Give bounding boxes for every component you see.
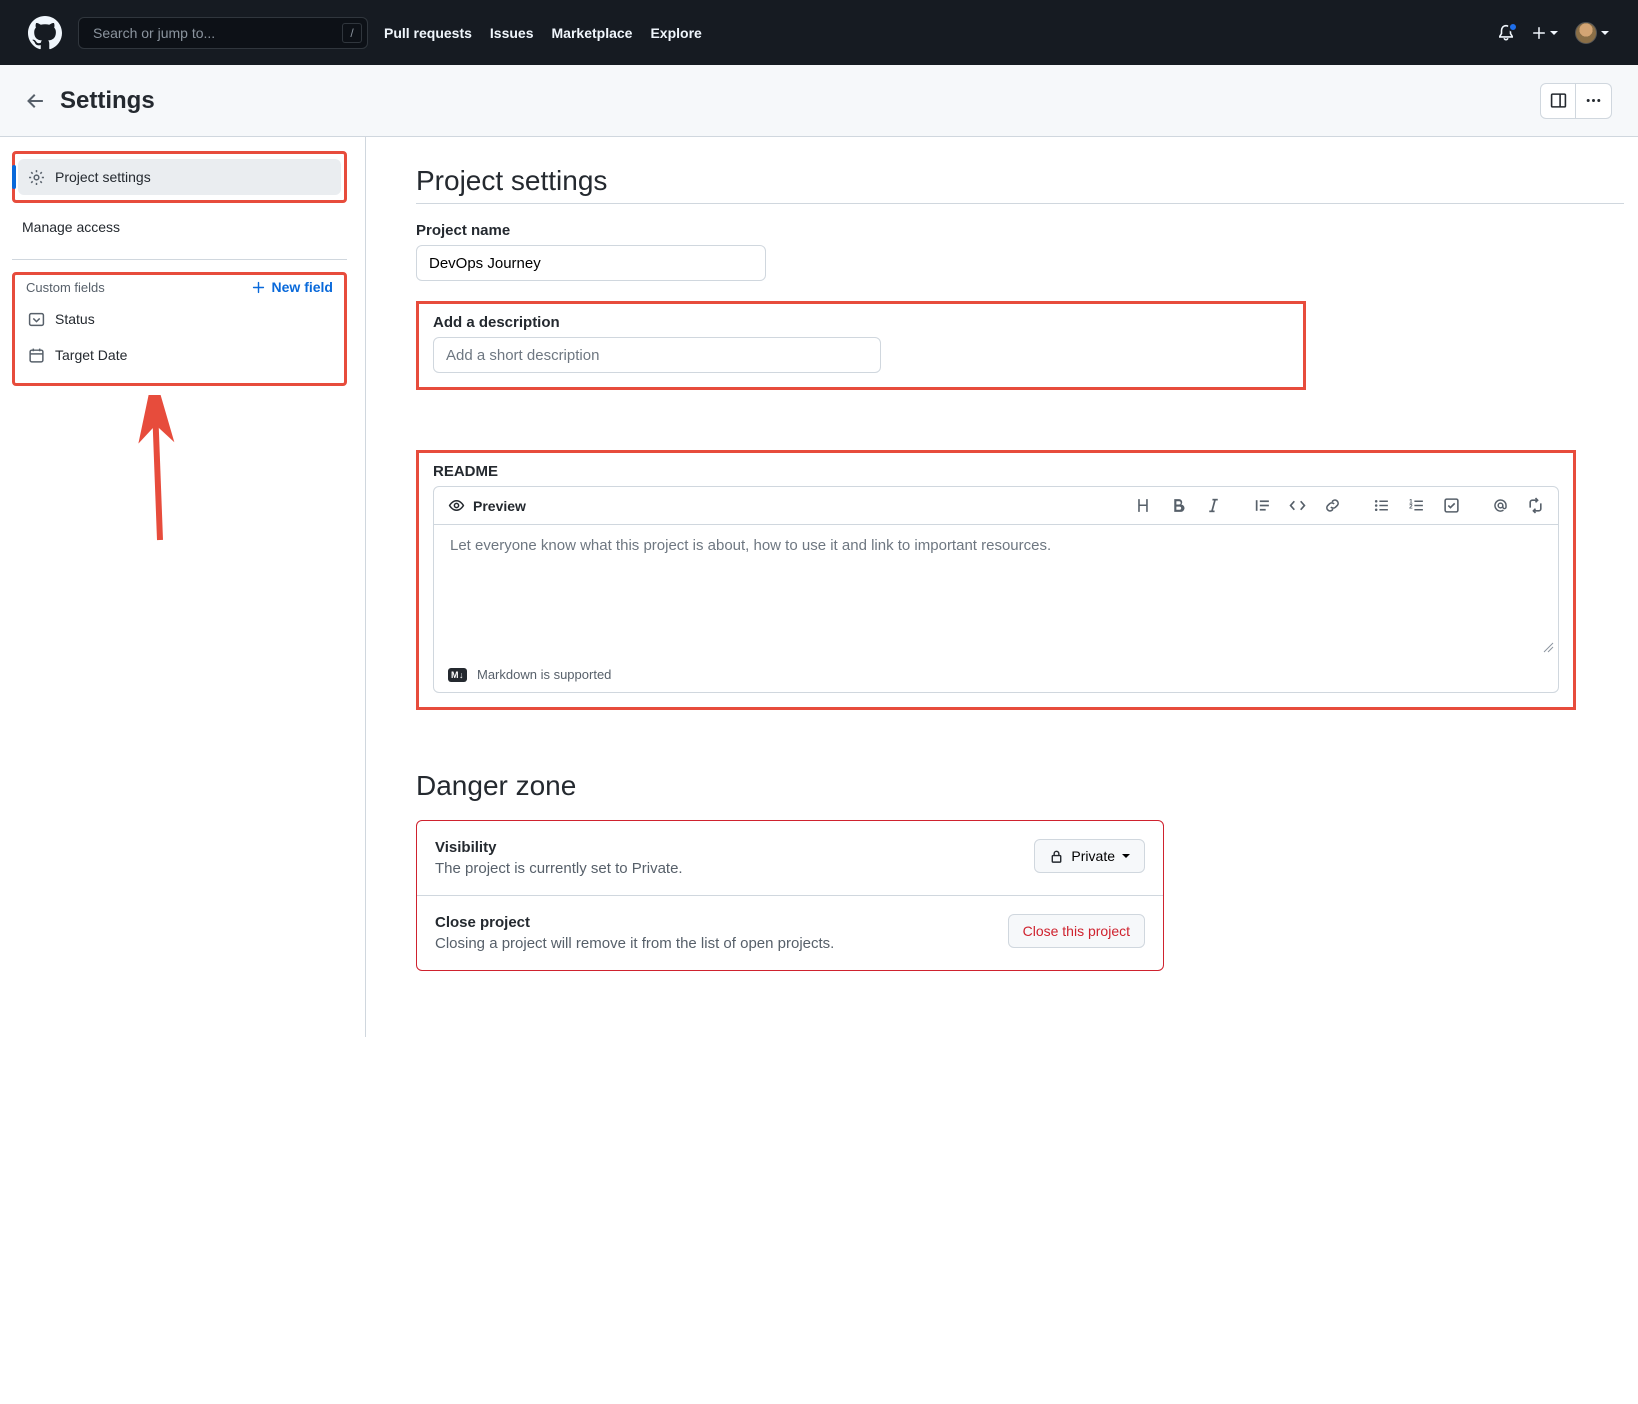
sidebar-item-manage-access[interactable]: Manage access: [12, 209, 347, 245]
close-project-row: Close project Closing a project will rem…: [417, 895, 1163, 970]
cross-reference-icon[interactable]: [1527, 497, 1544, 514]
format-group-1: [1135, 497, 1222, 514]
new-field-button[interactable]: New field: [251, 279, 333, 295]
calendar-icon: [28, 347, 45, 364]
lock-icon: [1049, 849, 1064, 864]
format-group-3: 12: [1373, 497, 1460, 514]
field-label: Target Date: [55, 347, 127, 363]
italic-icon[interactable]: [1205, 497, 1222, 514]
nav-explore[interactable]: Explore: [650, 25, 701, 41]
annotation-highlight-box: Add a description: [416, 301, 1306, 390]
format-group-4: [1492, 497, 1544, 514]
markdown-footer: M↓ Markdown is supported: [434, 657, 1558, 692]
caret-down-icon: [1122, 854, 1130, 858]
annotation-highlight-box: Project settings: [12, 151, 347, 203]
quote-icon[interactable]: [1254, 497, 1271, 514]
search-input[interactable]: [78, 17, 368, 49]
code-icon[interactable]: [1289, 497, 1306, 514]
sidebar-field-target-date[interactable]: Target Date: [18, 337, 341, 373]
sidebar-label: Project settings: [55, 169, 151, 185]
resize-handle[interactable]: [1542, 641, 1554, 653]
readme-editor: Preview 12: [433, 486, 1559, 693]
kebab-menu-button[interactable]: [1576, 83, 1612, 119]
readme-label: README: [433, 463, 1559, 480]
dropdown-icon: [28, 311, 45, 328]
page-title: Settings: [60, 87, 155, 115]
page-subheader: Settings: [0, 65, 1638, 137]
visibility-desc: The project is currently set to Private.: [435, 860, 683, 877]
custom-fields-label: Custom fields: [26, 280, 105, 295]
notifications-button[interactable]: [1497, 24, 1515, 42]
close-project-button[interactable]: Close this project: [1008, 914, 1145, 948]
sidebar: Project settings Manage access Custom fi…: [0, 137, 366, 1037]
visibility-row: Visibility The project is currently set …: [417, 821, 1163, 895]
search-wrap: /: [78, 17, 368, 49]
eye-icon: [448, 497, 465, 514]
nav-links: Pull requests Issues Marketplace Explore: [384, 25, 702, 41]
bold-icon[interactable]: [1170, 497, 1187, 514]
markdown-badge-icon: M↓: [448, 668, 467, 682]
visibility-title: Visibility: [435, 839, 683, 856]
mention-icon[interactable]: [1492, 497, 1509, 514]
subheader-actions: [1540, 83, 1612, 119]
nav-pull-requests[interactable]: Pull requests: [384, 25, 472, 41]
sidebar-label: Manage access: [22, 219, 120, 235]
nav-right: [1497, 22, 1610, 44]
top-navigation: / Pull requests Issues Marketplace Explo…: [0, 0, 1638, 65]
heading-icon[interactable]: [1135, 497, 1152, 514]
project-name-input[interactable]: [416, 245, 766, 281]
divider: [12, 259, 347, 260]
notification-dot: [1508, 22, 1518, 32]
danger-zone: Danger zone Visibility The project is cu…: [416, 770, 1164, 971]
content: Project settings Project name Add a desc…: [366, 137, 1638, 1037]
link-icon[interactable]: [1324, 497, 1341, 514]
markdown-supported-text: Markdown is supported: [477, 667, 611, 682]
avatar: [1575, 22, 1597, 44]
description-label: Add a description: [433, 314, 1289, 331]
svg-text:2: 2: [1409, 504, 1413, 511]
readme-textarea[interactable]: [434, 524, 1558, 654]
format-group-2: [1254, 497, 1341, 514]
sidebar-item-project-settings[interactable]: Project settings: [18, 159, 341, 195]
sidebar-field-status[interactable]: Status: [18, 301, 341, 337]
close-project-desc: Closing a project will remove it from th…: [435, 935, 834, 952]
description-input[interactable]: [433, 337, 881, 373]
project-name-label: Project name: [416, 222, 1624, 239]
visibility-dropdown-button[interactable]: Private: [1034, 839, 1145, 873]
github-logo[interactable]: [28, 16, 62, 50]
danger-box: Visibility The project is currently set …: [416, 820, 1164, 971]
back-arrow[interactable]: [26, 91, 46, 111]
create-new-dropdown[interactable]: [1531, 25, 1559, 41]
plus-icon: [251, 280, 266, 295]
nav-marketplace[interactable]: Marketplace: [552, 25, 633, 41]
tasklist-icon[interactable]: [1443, 497, 1460, 514]
readme-toolbar: Preview 12: [434, 487, 1558, 524]
gear-icon: [28, 169, 45, 186]
danger-zone-heading: Danger zone: [416, 770, 1164, 802]
divider: [416, 203, 1624, 204]
content-heading: Project settings: [416, 165, 1624, 197]
unordered-list-icon[interactable]: [1373, 497, 1390, 514]
field-label: Status: [55, 311, 95, 327]
nav-issues[interactable]: Issues: [490, 25, 534, 41]
annotation-highlight-box: README Preview: [416, 450, 1576, 710]
close-project-title: Close project: [435, 914, 834, 931]
slash-key-hint: /: [342, 23, 362, 43]
custom-fields-header: Custom fields New field: [18, 279, 341, 295]
annotation-highlight-box: Custom fields New field Status Target Da…: [12, 272, 347, 386]
user-menu[interactable]: [1575, 22, 1610, 44]
panel-toggle-button[interactable]: [1540, 83, 1576, 119]
preview-tab[interactable]: Preview: [448, 497, 526, 514]
ordered-list-icon[interactable]: 12: [1408, 497, 1425, 514]
